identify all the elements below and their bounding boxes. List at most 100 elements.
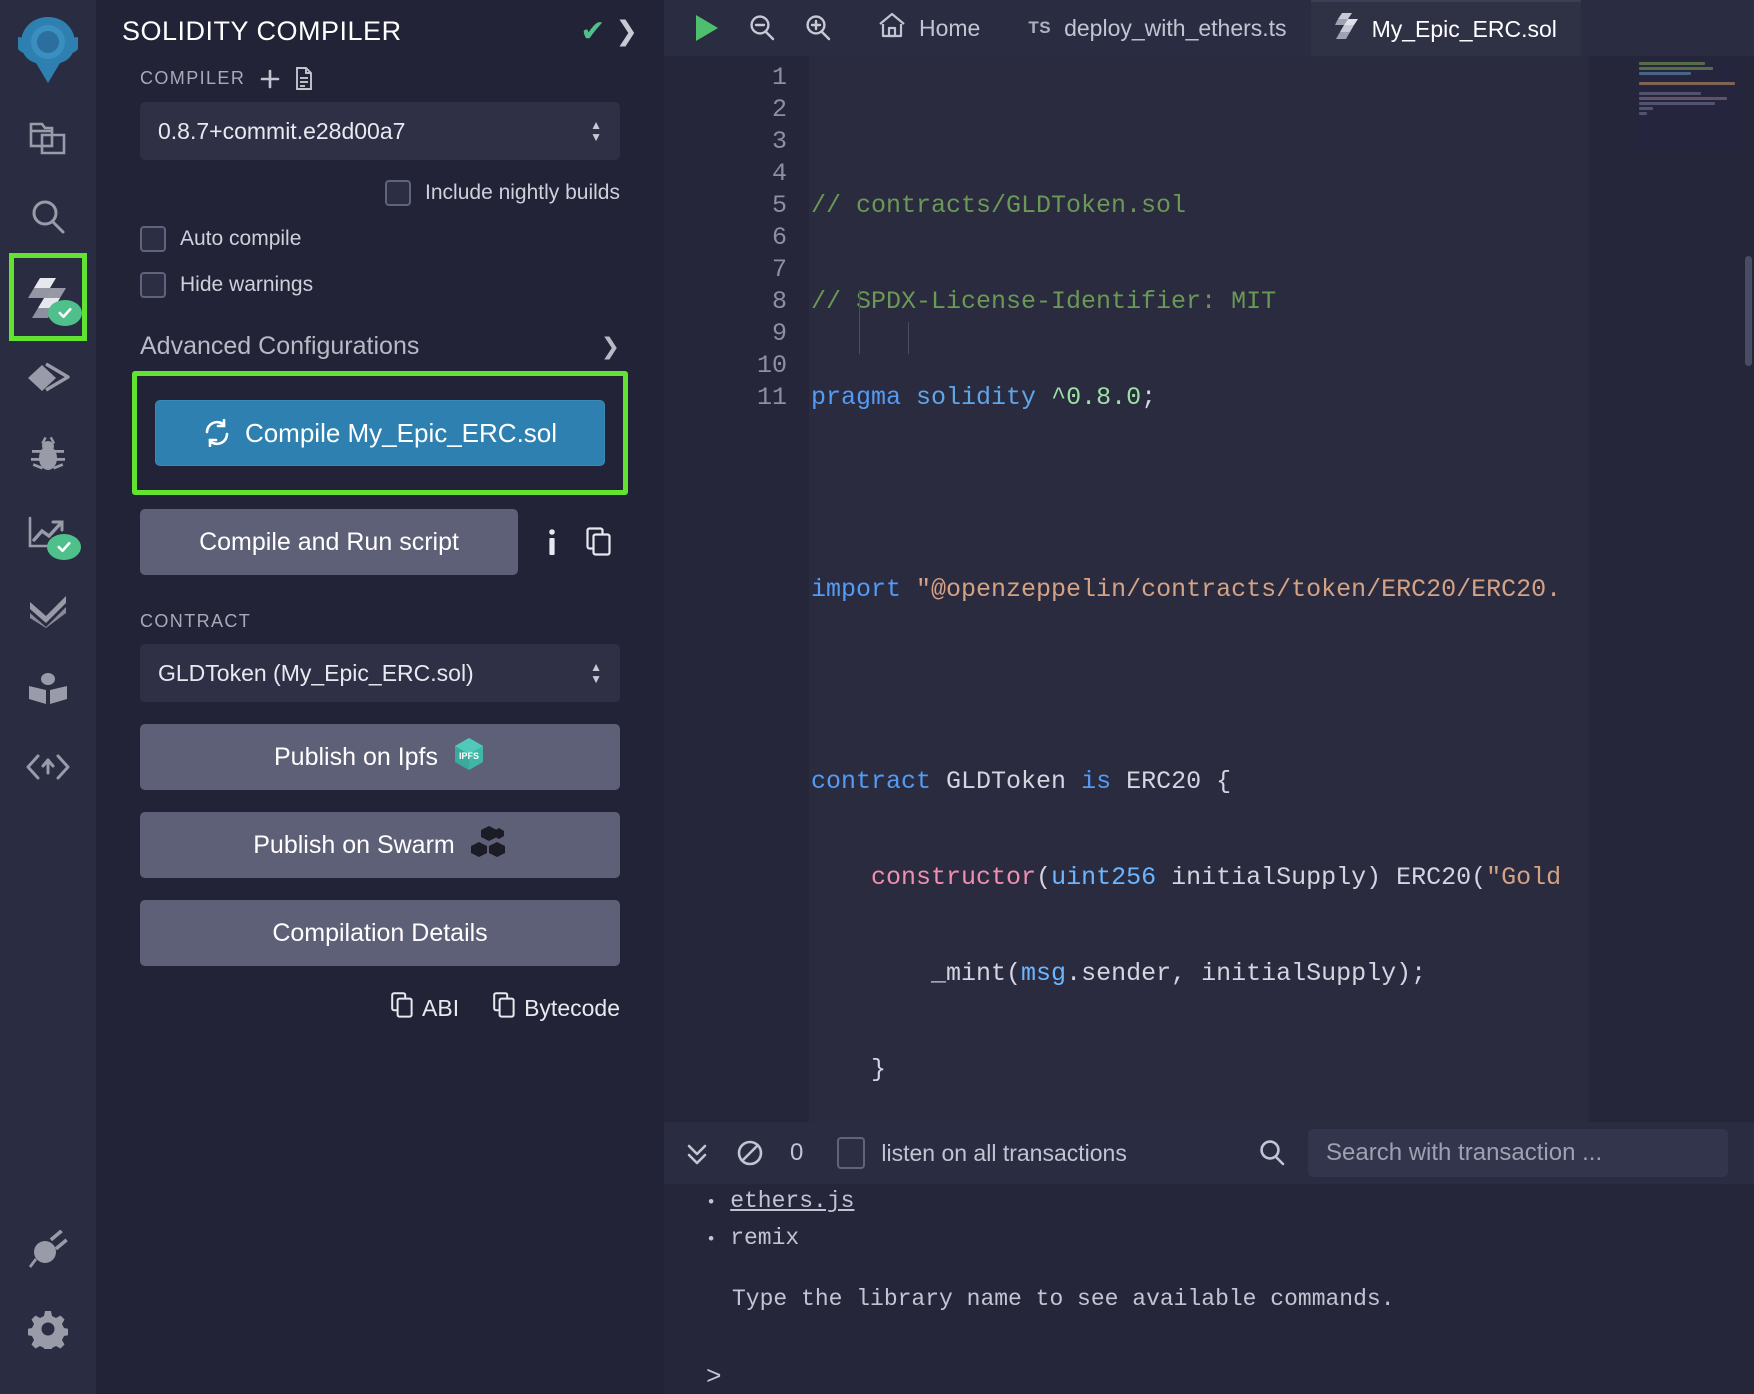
compilation-details-label: Compilation Details <box>272 919 487 948</box>
main-area: Home TS deploy_with_ethers.ts My_Epic_ER… <box>664 0 1754 1394</box>
swarm-cubes-icon <box>469 824 507 867</box>
terminal-prompt[interactable]: > <box>706 1360 1754 1394</box>
auto-compile-row[interactable]: Auto compile <box>140 226 620 252</box>
compiler-version-value: 0.8.7+commit.e28d00a7 <box>158 118 590 145</box>
compile-status-check-icon: ✔ <box>580 17 605 47</box>
terminal-toolbar: 0 listen on all transactions <box>664 1122 1754 1184</box>
listen-on-all-transactions-row[interactable]: listen on all transactions <box>837 1137 1126 1169</box>
search-icon[interactable] <box>1258 1139 1286 1167</box>
code-line-2: // SPDX-License-Identifier: MIT <box>809 286 1589 318</box>
tab-my-epic-erc-sol[interactable]: My_Epic_ERC.sol <box>1311 0 1581 56</box>
panel-expand-chevron-icon[interactable]: ❯ <box>615 18 638 45</box>
code-editor[interactable]: 1234567891011 // contracts/GLDToken.sol … <box>664 56 1754 1122</box>
page-title: SOLIDITY COMPILER <box>122 16 570 47</box>
terminal-output[interactable]: • ethers.js • remix Type the library nam… <box>664 1184 1754 1394</box>
publish-on-swarm-button[interactable]: Publish on Swarm <box>140 812 620 878</box>
include-nightly-builds-row[interactable]: Include nightly builds <box>140 180 620 206</box>
publish-on-ipfs-button[interactable]: Publish on Ipfs IPFS <box>140 724 620 790</box>
line-number: 5 <box>664 190 787 222</box>
sidebar-item-plugin-manager[interactable] <box>13 1212 83 1290</box>
editor-toolbar <box>664 0 854 56</box>
contract-section-label: CONTRACT <box>140 611 620 632</box>
zoom-out-icon[interactable] <box>748 14 776 42</box>
panel-header: SOLIDITY COMPILER ✔ ❯ <box>96 0 664 59</box>
compile-button-highlight-box: Compile My_Epic_ERC.sol <box>132 371 628 495</box>
advanced-configurations-toggle[interactable]: Advanced Configurations ❯ <box>140 332 620 361</box>
contract-select[interactable]: GLDToken (My_Epic_ERC.sol) ▲▼ <box>140 644 620 702</box>
hide-warnings-checkbox[interactable] <box>140 272 166 298</box>
sidebar-item-deploy-run[interactable] <box>13 338 83 416</box>
listen-on-all-transactions-checkbox[interactable] <box>837 1137 865 1169</box>
abi-bytecode-row: ABI Bytecode <box>140 992 620 1024</box>
spinner-arrows-icon[interactable]: ▲▼ <box>590 121 602 142</box>
compiler-label-text: COMPILER <box>140 68 245 89</box>
terminal-hint: Type the library name to see available c… <box>706 1282 1754 1316</box>
sidebar-item-solidity-analyzers[interactable] <box>13 494 83 572</box>
include-nightly-builds-checkbox[interactable] <box>385 180 411 206</box>
home-icon <box>878 12 906 44</box>
terminal-list-item: • ethers.js <box>706 1184 1754 1221</box>
compilation-details-button[interactable]: Compilation Details <box>140 900 620 966</box>
editor-minimap[interactable] <box>1636 60 1744 150</box>
document-icon[interactable] <box>295 67 313 90</box>
plus-icon[interactable] <box>259 68 281 90</box>
sidebar-item-file-explorer[interactable] <box>13 100 83 178</box>
sync-refresh-icon <box>203 419 231 447</box>
hide-warnings-row[interactable]: Hide warnings <box>140 272 620 298</box>
sidebar-item-settings[interactable] <box>13 1290 83 1368</box>
contract-select-value: GLDToken (My_Epic_ERC.sol) <box>158 660 590 687</box>
plug-icon <box>27 1230 69 1272</box>
compile-button[interactable]: Compile My_Epic_ERC.sol <box>155 400 605 466</box>
ipfs-cube-text: IPFS <box>459 751 479 761</box>
info-icon[interactable] <box>540 527 564 557</box>
code-line-6 <box>809 670 1589 702</box>
line-number: 9 <box>664 318 787 350</box>
auto-compile-checkbox[interactable] <box>140 226 166 252</box>
sidebar-item-documentation[interactable] <box>13 650 83 728</box>
terminal-search-input[interactable] <box>1308 1129 1728 1177</box>
gear-icon <box>28 1309 68 1349</box>
copy-bytecode-button[interactable]: Bytecode <box>493 992 620 1024</box>
zoom-in-icon[interactable] <box>804 14 832 42</box>
play-icon[interactable] <box>692 13 720 43</box>
solidity-icon <box>1335 12 1359 46</box>
terminal-transaction-count: 0 <box>790 1139 803 1167</box>
publish-on-swarm-label: Publish on Swarm <box>253 831 454 860</box>
copy-icon <box>493 992 515 1024</box>
spinner-arrows-icon[interactable]: ▲▼ <box>590 663 602 684</box>
tab-deploy-with-ethers[interactable]: TS deploy_with_ethers.ts <box>1004 0 1310 56</box>
compile-and-run-script-button[interactable]: Compile and Run script <box>140 509 518 575</box>
remix-logo[interactable] <box>0 0 96 100</box>
compiler-section-label: COMPILER <box>140 67 620 90</box>
include-nightly-builds-label: Include nightly builds <box>425 181 620 205</box>
ban-circle-icon[interactable] <box>736 1139 764 1167</box>
tab-deploy-with-ethers-label: deploy_with_ethers.ts <box>1064 15 1286 42</box>
bug-icon <box>28 436 68 474</box>
line-number-gutter: 1234567891011 <box>664 56 809 1122</box>
copy-abi-button[interactable]: ABI <box>391 992 459 1024</box>
sidebar-item-debugger[interactable] <box>13 416 83 494</box>
sidebar-item-search[interactable] <box>13 178 83 256</box>
solidity-compiler-panel: SOLIDITY COMPILER ✔ ❯ COMPILER <box>96 0 664 1394</box>
code-content[interactable]: // contracts/GLDToken.sol // SPDX-Licens… <box>809 56 1589 1122</box>
auto-compile-label: Auto compile <box>180 227 301 251</box>
editor-scrollbar[interactable] <box>1745 256 1752 366</box>
hide-warnings-label: Hide warnings <box>180 273 313 297</box>
tab-home[interactable]: Home <box>854 0 1004 56</box>
code-line-1: // contracts/GLDToken.sol <box>809 190 1589 222</box>
listen-on-all-transactions-label: listen on all transactions <box>881 1140 1126 1167</box>
analyzer-success-badge <box>47 534 81 560</box>
code-brackets-icon <box>26 752 70 782</box>
bytecode-label: Bytecode <box>524 995 620 1022</box>
sidebar-item-solidity-compiler[interactable] <box>12 256 84 338</box>
compile-and-run-script-label: Compile and Run script <box>199 528 459 557</box>
terminal-link-ethers-js[interactable]: ethers.js <box>730 1184 854 1218</box>
copy-icon[interactable] <box>586 527 612 557</box>
sidebar-item-code-format[interactable] <box>13 728 83 806</box>
terminal-search-group <box>1258 1129 1728 1177</box>
sidebar-item-unit-testing[interactable] <box>13 572 83 650</box>
line-number: 10 <box>664 350 787 382</box>
code-line-5: import "@openzeppelin/contracts/token/ER… <box>809 574 1589 606</box>
compiler-version-select[interactable]: 0.8.7+commit.e28d00a7 ▲▼ <box>140 102 620 160</box>
double-chevron-down-icon[interactable] <box>684 1139 710 1167</box>
